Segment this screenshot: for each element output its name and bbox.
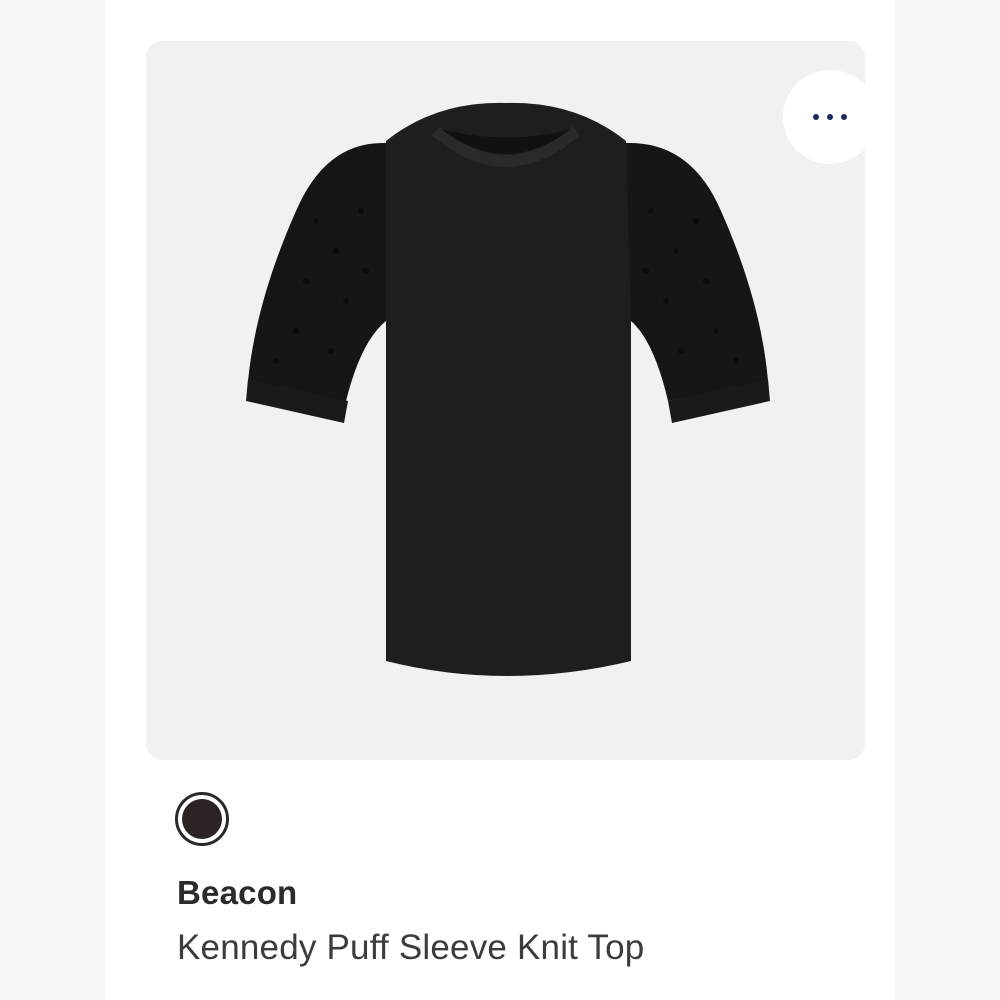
color-swatch-fill xyxy=(182,799,222,839)
product-image[interactable] xyxy=(236,101,776,721)
shirt-body xyxy=(386,102,631,676)
product-card[interactable]: Beacon Kennedy Puff Sleeve Knit Top xyxy=(105,0,895,1000)
product-title[interactable]: Kennedy Puff Sleeve Knit Top xyxy=(177,928,644,968)
brand-name: Beacon xyxy=(177,874,298,911)
page: Beacon Kennedy Puff Sleeve Knit Top xyxy=(0,0,1000,1000)
product-image-panel[interactable] xyxy=(146,41,865,760)
color-swatch-selected[interactable] xyxy=(175,792,229,846)
more-horizontal-icon xyxy=(813,114,847,120)
more-options-button[interactable] xyxy=(783,70,865,164)
